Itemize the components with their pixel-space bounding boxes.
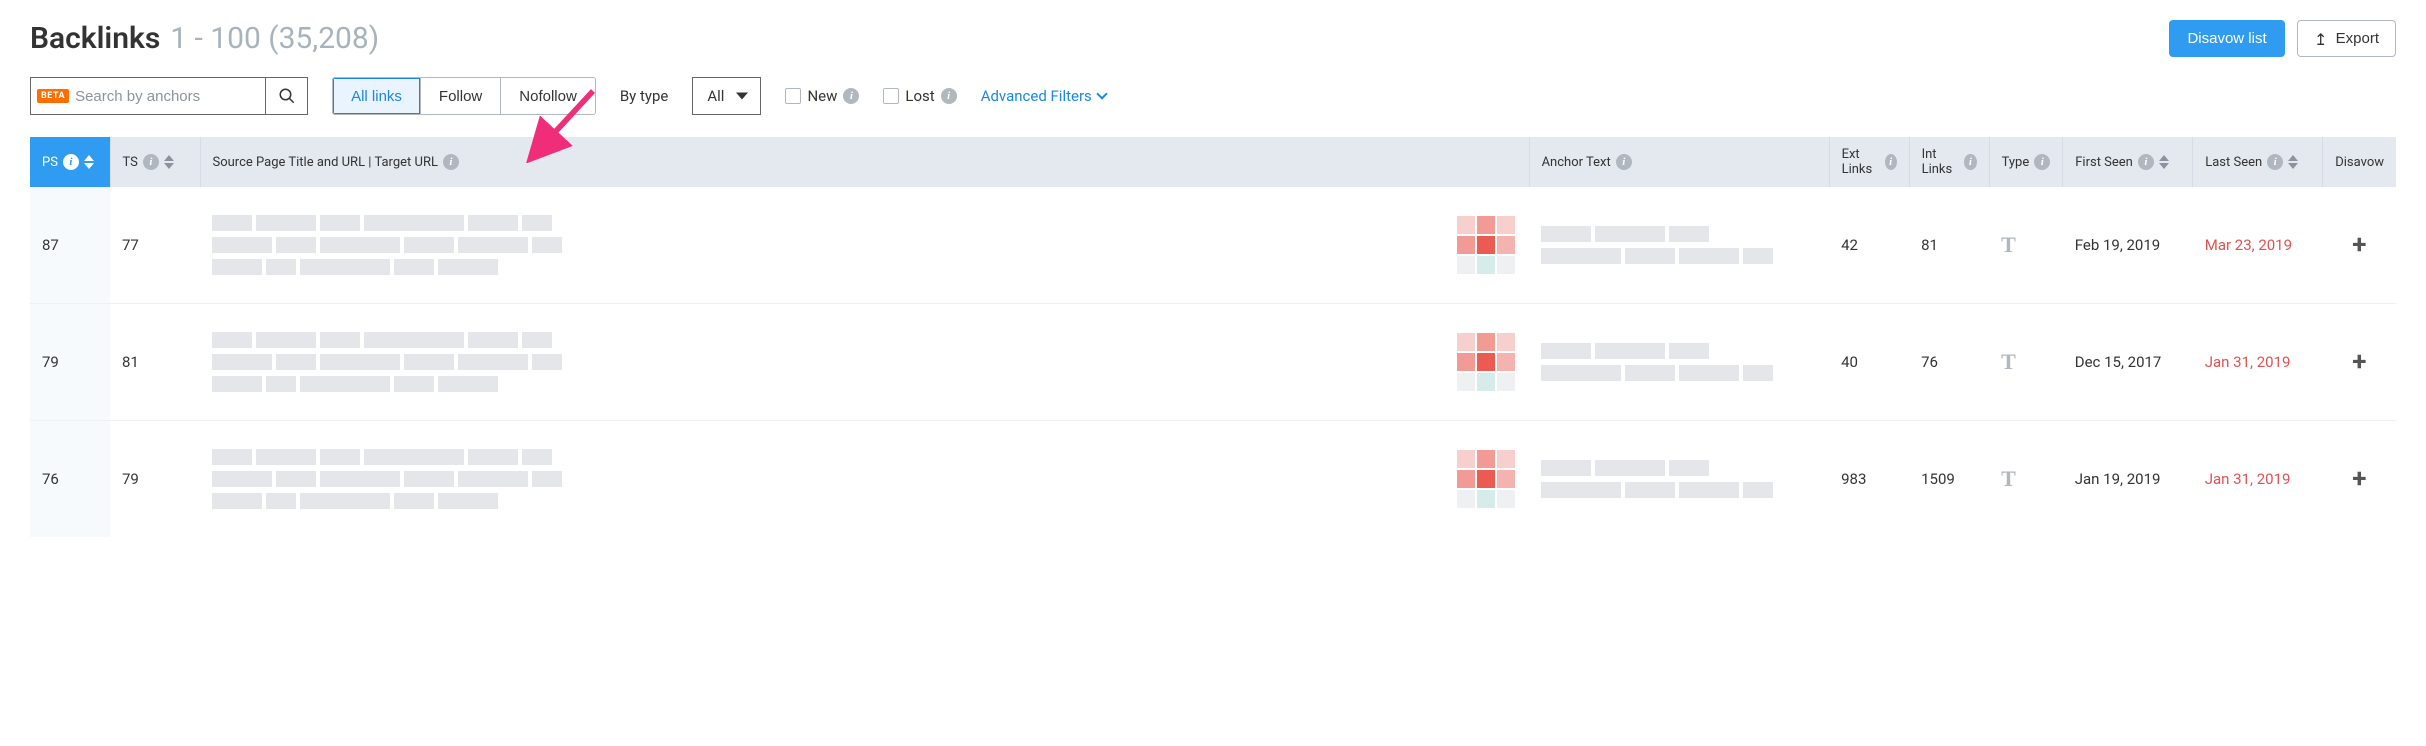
- col-anchor[interactable]: Anchor Text i: [1529, 137, 1829, 187]
- col-ps[interactable]: PS i: [30, 137, 110, 187]
- cell-ts: 81: [110, 304, 200, 421]
- col-last-seen[interactable]: Last Seen i: [2193, 137, 2323, 187]
- col-source[interactable]: Source Page Title and URL | Target URL i: [200, 137, 1529, 187]
- cell-last-seen: Jan 31, 2019: [2193, 421, 2323, 538]
- text-type-icon: T: [2001, 232, 2016, 257]
- cell-ts: 79: [110, 421, 200, 538]
- cell-ps: 87: [30, 187, 110, 304]
- cell-source: [200, 304, 1529, 421]
- cell-type: T: [1989, 304, 2063, 421]
- col-disavow: Disavow: [2323, 137, 2396, 187]
- cell-ext-links: 983: [1829, 421, 1909, 538]
- advanced-filters-link[interactable]: Advanced Filters: [981, 87, 1106, 105]
- seg-nofollow[interactable]: Nofollow: [501, 78, 595, 114]
- link-type-segment: All links Follow Nofollow: [332, 77, 596, 115]
- disavow-add-button[interactable]: +: [2352, 464, 2366, 494]
- export-label: Export: [2336, 30, 2379, 47]
- bytype-select[interactable]: All: [692, 77, 761, 115]
- table-header: PS i TS i Source Page Title and URL | Ta…: [30, 137, 2396, 187]
- page-range: 1 - 100 (35,208): [170, 21, 379, 56]
- chevron-down-icon: [1096, 88, 1107, 99]
- beta-badge: BETA: [37, 89, 69, 103]
- toolbar: BETA All links Follow Nofollow By type A…: [30, 77, 2396, 115]
- cell-anchor: [1529, 187, 1829, 304]
- table-body: 87774281TFeb 19, 2019Mar 23, 2019+798140…: [30, 187, 2396, 537]
- info-icon: i: [2034, 154, 2050, 170]
- info-icon: i: [1885, 154, 1897, 170]
- export-button[interactable]: Export: [2297, 20, 2396, 57]
- seg-all-links[interactable]: All links: [333, 78, 421, 114]
- cell-disavow: +: [2323, 421, 2396, 538]
- cell-last-seen: Mar 23, 2019: [2193, 187, 2323, 304]
- bytype-value: All: [707, 87, 724, 105]
- cell-disavow: +: [2323, 187, 2396, 304]
- cell-last-seen: Jan 31, 2019: [2193, 304, 2323, 421]
- disavow-add-button[interactable]: +: [2352, 230, 2366, 260]
- info-icon: i: [2138, 154, 2154, 170]
- cell-type: T: [1989, 421, 2063, 538]
- search-icon: [278, 87, 296, 105]
- col-ts[interactable]: TS i: [110, 137, 200, 187]
- sort-icon: [2288, 155, 2298, 169]
- text-type-icon: T: [2001, 466, 2016, 491]
- cell-ext-links: 42: [1829, 187, 1909, 304]
- cell-first-seen: Jan 19, 2019: [2063, 421, 2193, 538]
- cell-ps: 76: [30, 421, 110, 538]
- info-icon: i: [1616, 154, 1632, 170]
- table-row: 8777 4281 T Feb 19, 2019Mar 23, 2019 +: [30, 187, 2396, 304]
- new-checkbox[interactable]: New i: [785, 87, 859, 105]
- text-type-icon: T: [2001, 349, 2016, 374]
- cell-ps: 79: [30, 304, 110, 421]
- sort-icon: [2159, 155, 2169, 169]
- info-icon: i: [63, 154, 79, 170]
- cell-source: [200, 187, 1529, 304]
- info-icon: i: [143, 154, 159, 170]
- disavow-add-button[interactable]: +: [2352, 347, 2366, 377]
- cell-ts: 77: [110, 187, 200, 304]
- col-ext-links[interactable]: Ext Links i: [1829, 137, 1909, 187]
- page-header: Backlinks 1 - 100 (35,208) Disavow list …: [30, 20, 2396, 57]
- seg-follow[interactable]: Follow: [421, 78, 501, 114]
- cell-int-links: 76: [1909, 304, 1989, 421]
- search-group: BETA: [30, 77, 308, 115]
- sort-icon: [84, 155, 94, 169]
- export-icon: [2314, 32, 2328, 46]
- checkbox-icon: [785, 88, 801, 104]
- lost-checkbox[interactable]: Lost i: [883, 87, 956, 105]
- cell-first-seen: Feb 19, 2019: [2063, 187, 2193, 304]
- cell-anchor: [1529, 304, 1829, 421]
- page-title: Backlinks: [30, 21, 160, 56]
- col-first-seen[interactable]: First Seen i: [2063, 137, 2193, 187]
- lost-label: Lost: [905, 87, 934, 105]
- search-input[interactable]: [75, 78, 265, 114]
- header-actions: Disavow list Export: [2169, 20, 2396, 57]
- info-icon: i: [1964, 154, 1976, 170]
- sort-icon: [164, 155, 174, 169]
- checkbox-icon: [883, 88, 899, 104]
- disavow-list-button[interactable]: Disavow list: [2169, 20, 2284, 57]
- info-icon: i: [2267, 154, 2283, 170]
- adv-filters-label: Advanced Filters: [981, 87, 1092, 105]
- cell-ext-links: 40: [1829, 304, 1909, 421]
- cell-first-seen: Dec 15, 2017: [2063, 304, 2193, 421]
- info-icon: i: [843, 88, 859, 104]
- backlinks-table: PS i TS i Source Page Title and URL | Ta…: [30, 137, 2396, 537]
- search-button[interactable]: [265, 78, 307, 114]
- cell-type: T: [1989, 187, 2063, 304]
- cell-disavow: +: [2323, 304, 2396, 421]
- cell-int-links: 81: [1909, 187, 1989, 304]
- cell-anchor: [1529, 421, 1829, 538]
- info-icon: i: [941, 88, 957, 104]
- cell-int-links: 1509: [1909, 421, 1989, 538]
- info-icon: i: [443, 154, 459, 170]
- col-int-links[interactable]: Int Links i: [1909, 137, 1989, 187]
- table-row: 7679 9831509 T Jan 19, 2019Jan 31, 2019 +: [30, 421, 2396, 538]
- table-row: 7981 4076 T Dec 15, 2017Jan 31, 2019 +: [30, 304, 2396, 421]
- new-label: New: [807, 87, 837, 105]
- col-type[interactable]: Type i: [1989, 137, 2063, 187]
- cell-source: [200, 421, 1529, 538]
- title-block: Backlinks 1 - 100 (35,208): [30, 21, 379, 56]
- bytype-label: By type: [620, 87, 669, 105]
